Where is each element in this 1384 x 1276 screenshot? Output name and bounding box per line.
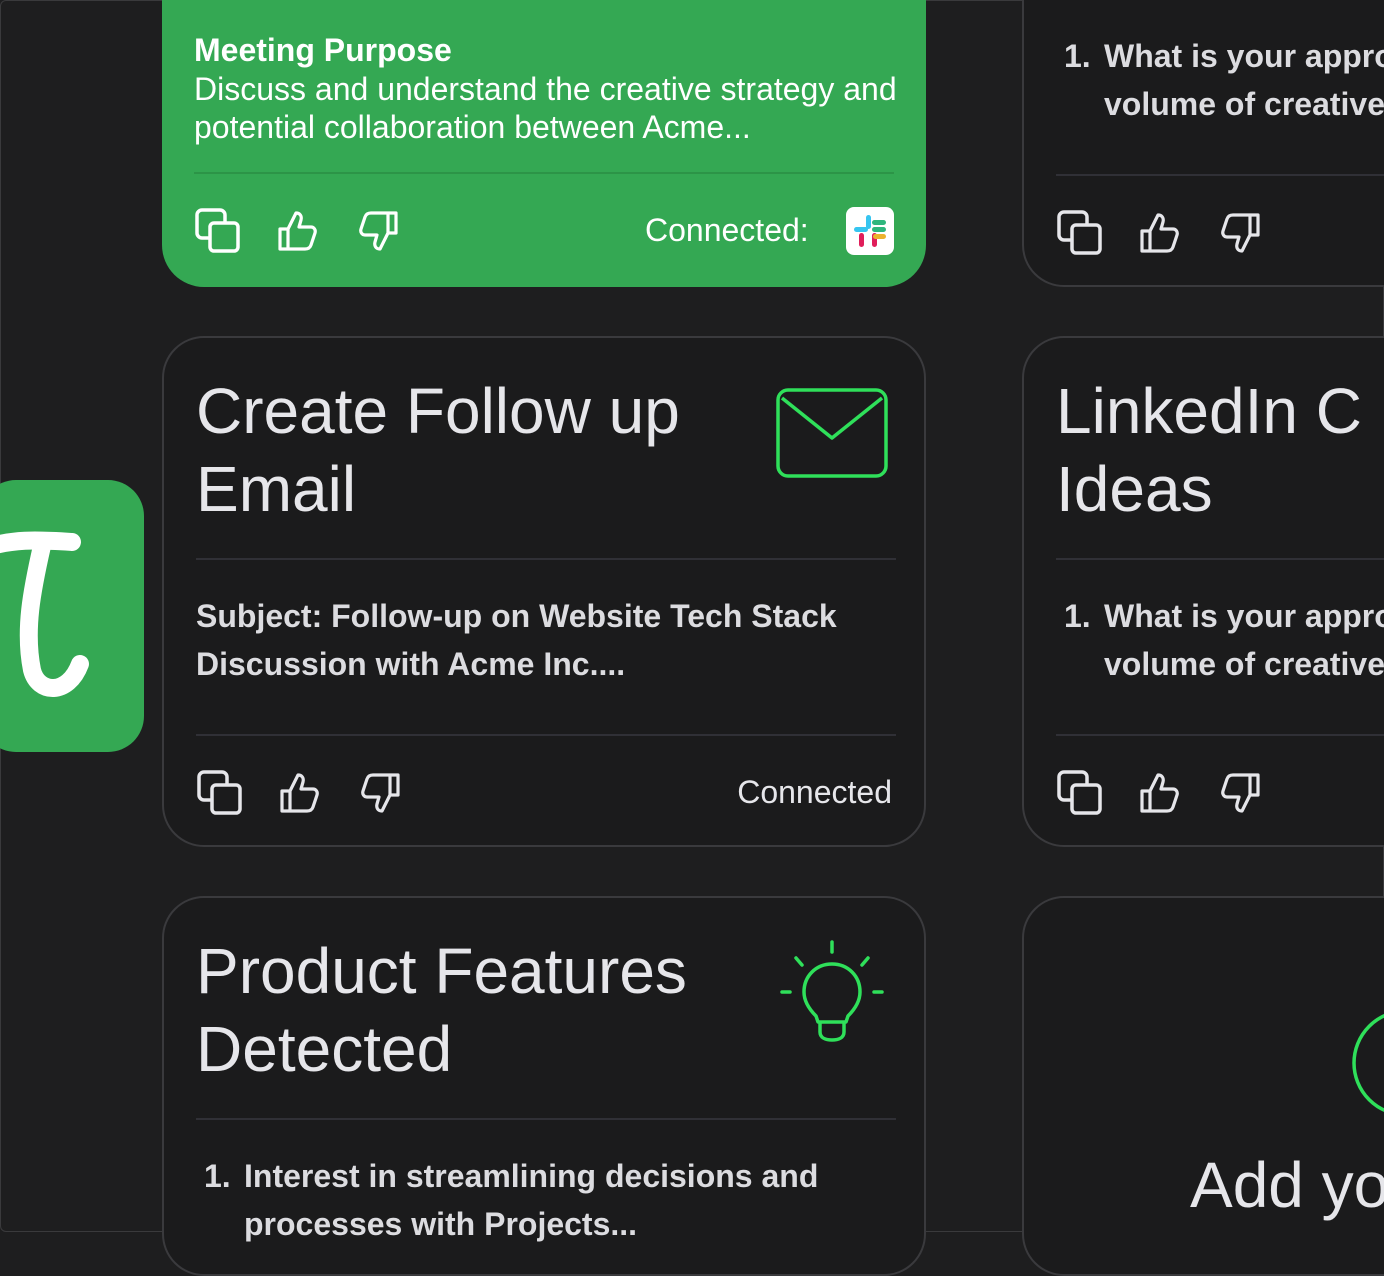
thumbs-down-icon[interactable] <box>1216 769 1264 817</box>
card-actions <box>196 769 436 817</box>
card-actions <box>194 207 434 255</box>
card-actions <box>1056 209 1296 257</box>
list-item: 1. What is your appro volume of creative <box>1064 592 1384 688</box>
divider <box>1056 558 1384 560</box>
list-text-line1: What is your appro <box>1104 598 1384 634</box>
copy-icon[interactable] <box>194 207 242 255</box>
slack-icon <box>846 207 894 255</box>
linkedin-ideas-card[interactable]: LinkedIn C Ideas 1. What is your appro vo… <box>1022 336 1384 847</box>
thumbs-up-icon[interactable] <box>1136 209 1184 257</box>
list-text-line1: What is your appro <box>1104 38 1384 74</box>
card-title: Create Follow up Email <box>196 375 680 525</box>
pi-logo-icon <box>0 531 89 697</box>
add-card[interactable]: Add yo <box>1022 896 1384 1276</box>
list-number: 1. <box>1064 598 1091 634</box>
title-line1: Product Features <box>196 935 687 1007</box>
divider <box>196 1118 896 1120</box>
thumbs-up-icon[interactable] <box>1136 769 1184 817</box>
followup-email-card[interactable]: Create Follow up Email Subject: Follow-u… <box>162 336 926 847</box>
divider <box>1056 174 1384 176</box>
thumbs-up-icon[interactable] <box>276 769 324 817</box>
card-title: Product Features Detected <box>196 932 687 1088</box>
divider <box>194 172 894 174</box>
card-actions <box>1056 769 1296 817</box>
connected-status: Connected <box>737 774 892 810</box>
list-text-line2: volume of creative <box>1104 86 1384 122</box>
thumbs-down-icon[interactable] <box>356 769 404 817</box>
add-circle-icon[interactable] <box>1350 1008 1384 1123</box>
lightbulb-icon <box>776 940 888 1051</box>
thumbs-up-icon[interactable] <box>274 207 322 255</box>
copy-icon[interactable] <box>1056 209 1104 257</box>
meeting-purpose-card[interactable]: Meeting Purpose Discuss and understand t… <box>162 0 926 287</box>
product-features-card[interactable]: Product Features Detected 1. Interest in … <box>162 896 926 1276</box>
divider <box>1056 734 1384 736</box>
thumbs-down-icon[interactable] <box>354 207 402 255</box>
list-text-line2: processes with Projects... <box>244 1206 638 1242</box>
meeting-purpose-label: Meeting Purpose <box>194 32 452 68</box>
divider <box>196 734 896 736</box>
connected-label: Connected: <box>645 212 809 248</box>
divider <box>196 558 896 560</box>
list-number: 1. <box>204 1158 231 1194</box>
list-text-line2: volume of creative <box>1104 646 1384 682</box>
top-right-card[interactable]: 1. What is your appro volume of creative <box>1022 0 1384 287</box>
subject-line2: Discussion with Acme Inc.... <box>196 646 626 682</box>
thumbs-down-icon[interactable] <box>1216 209 1264 257</box>
meeting-purpose-text: Discuss and understand the creative stra… <box>194 71 897 145</box>
email-subject: Subject: Follow-up on Website Tech Stack… <box>196 592 896 688</box>
mail-icon <box>776 388 888 483</box>
card-title: LinkedIn C Ideas <box>1056 372 1362 528</box>
title-line2: Ideas <box>1056 453 1213 525</box>
copy-icon[interactable] <box>1056 769 1104 817</box>
list-item: 1. Interest in streamlining decisions and… <box>204 1152 924 1248</box>
subject-line1: Subject: Follow-up on Website Tech Stack <box>196 598 837 634</box>
title-line2: Detected <box>196 1013 453 1085</box>
list-number: 1. <box>1064 38 1091 74</box>
list-item: 1. What is your appro volume of creative <box>1064 32 1384 128</box>
list-text-line1: Interest in streamlining decisions and <box>244 1158 819 1194</box>
app-logo <box>0 480 144 752</box>
add-card-label: Add yo <box>1190 1149 1384 1221</box>
title-line1: LinkedIn C <box>1056 375 1362 447</box>
copy-icon[interactable] <box>196 769 244 817</box>
